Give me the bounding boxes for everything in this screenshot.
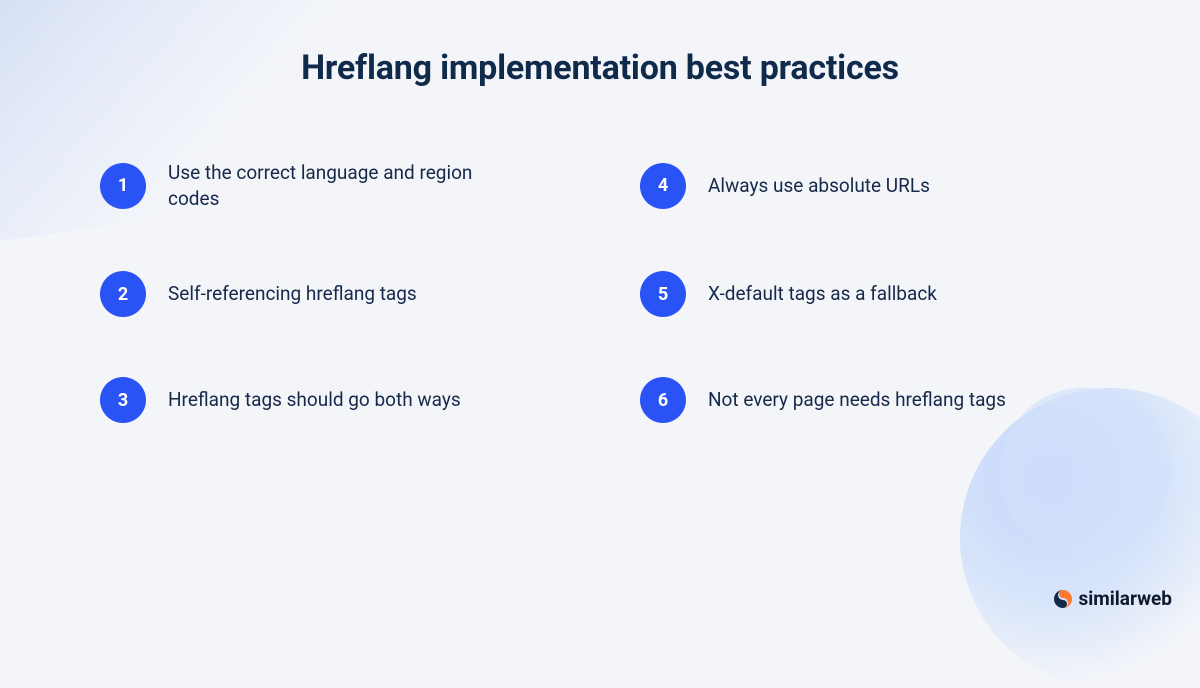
brand-logo-text: similarweb <box>1079 587 1173 610</box>
item-text: Always use absolute URLs <box>708 173 930 199</box>
list-item: 3 Hreflang tags should go both ways <box>100 377 560 423</box>
background-accent-bottomright <box>960 388 1200 688</box>
list-item: 6 Not every page needs hreflang tags <box>640 377 1100 423</box>
number-badge: 3 <box>100 377 146 423</box>
list-item: 4 Always use absolute URLs <box>640 160 1100 211</box>
list-item: 1 Use the correct language and region co… <box>100 160 560 211</box>
number-badge: 1 <box>100 163 146 209</box>
number-badge: 6 <box>640 377 686 423</box>
item-text: Use the correct language and region code… <box>168 160 498 211</box>
item-text: Hreflang tags should go both ways <box>168 387 461 413</box>
similarweb-logo-icon <box>1053 589 1073 609</box>
best-practices-grid: 1 Use the correct language and region co… <box>100 160 1100 423</box>
item-text: Not every page needs hreflang tags <box>708 387 1006 413</box>
list-item: 5 X-default tags as a fallback <box>640 271 1100 317</box>
number-badge: 4 <box>640 163 686 209</box>
brand-logo: similarweb <box>1053 587 1173 610</box>
item-text: X-default tags as a fallback <box>708 281 937 307</box>
item-text: Self-referencing hreflang tags <box>168 281 417 307</box>
number-badge: 5 <box>640 271 686 317</box>
page-title: Hreflang implementation best practices <box>0 48 1200 88</box>
list-item: 2 Self-referencing hreflang tags <box>100 271 560 317</box>
number-badge: 2 <box>100 271 146 317</box>
